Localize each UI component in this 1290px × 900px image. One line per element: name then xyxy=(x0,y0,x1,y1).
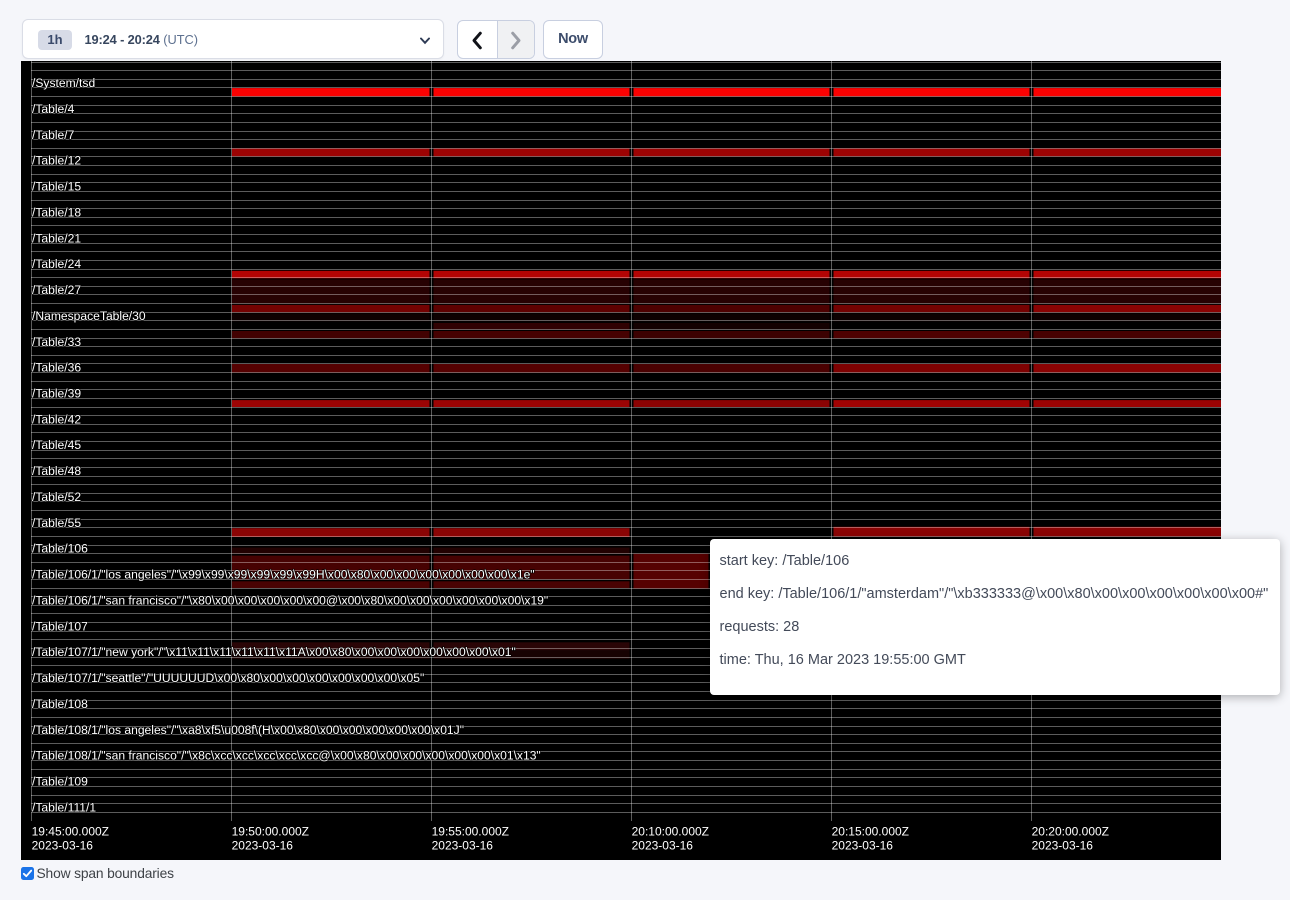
svg-text:/Table/33: /Table/33 xyxy=(32,335,81,349)
svg-text:/Table/108/1/"san francisco"/": /Table/108/1/"san francisco"/"\x8c\xcc\x… xyxy=(32,749,541,763)
svg-text:/Table/21: /Table/21 xyxy=(32,231,81,245)
svg-text:/Table/111/1: /Table/111/1 xyxy=(32,800,96,814)
svg-text:/Table/106/1/"los angeles"/"\x: /Table/106/1/"los angeles"/"\x99\x99\x99… xyxy=(32,568,535,582)
svg-text:/Table/39: /Table/39 xyxy=(32,387,81,401)
svg-text:/Table/52: /Table/52 xyxy=(32,490,81,504)
svg-text:20:15:00.000Z: 20:15:00.000Z xyxy=(832,825,909,839)
svg-text:/System/tsd: /System/tsd xyxy=(32,76,95,90)
svg-text:/Table/108: /Table/108 xyxy=(32,697,88,711)
svg-text:/Table/36: /Table/36 xyxy=(32,361,81,375)
svg-text:2023-03-16: 2023-03-16 xyxy=(232,839,294,853)
svg-text:19:45:00.000Z: 19:45:00.000Z xyxy=(32,825,109,839)
svg-text:20:10:00.000Z: 20:10:00.000Z xyxy=(632,825,709,839)
svg-text:/Table/7: /Table/7 xyxy=(32,128,75,142)
svg-text:2023-03-16: 2023-03-16 xyxy=(632,839,694,853)
svg-text:/Table/24: /Table/24 xyxy=(32,257,81,271)
svg-text:2023-03-16: 2023-03-16 xyxy=(1032,839,1094,853)
svg-text:/Table/45: /Table/45 xyxy=(32,438,81,452)
svg-text:/Table/48: /Table/48 xyxy=(32,464,81,478)
svg-text:/Table/27: /Table/27 xyxy=(32,283,81,297)
svg-text:19:50:00.000Z: 19:50:00.000Z xyxy=(232,825,309,839)
svg-text:20:20:00.000Z: 20:20:00.000Z xyxy=(1032,825,1109,839)
svg-text:19:55:00.000Z: 19:55:00.000Z xyxy=(432,825,509,839)
svg-text:/NamespaceTable/30: /NamespaceTable/30 xyxy=(32,309,146,323)
svg-text:/Table/106/1/"san francisco"/": /Table/106/1/"san francisco"/"\x80\x00\x… xyxy=(32,593,548,607)
svg-text:/Table/109: /Table/109 xyxy=(32,775,88,789)
svg-text:/Table/15: /Table/15 xyxy=(32,180,81,194)
svg-text:2023-03-16: 2023-03-16 xyxy=(832,839,894,853)
svg-text:/Table/18: /Table/18 xyxy=(32,205,81,219)
svg-text:/Table/107: /Table/107 xyxy=(32,619,88,633)
svg-text:/Table/107/1/"new york"/"\x11\: /Table/107/1/"new york"/"\x11\x11\x11\x1… xyxy=(32,645,516,659)
svg-text:/Table/107/1/"seattle"/"UUUUUU: /Table/107/1/"seattle"/"UUUUUUD\x00\x80\… xyxy=(32,671,424,685)
svg-text:/Table/106: /Table/106 xyxy=(32,542,88,556)
svg-text:/Table/108/1/"los angeles"/"\x: /Table/108/1/"los angeles"/"\xa8\xf5\u00… xyxy=(32,723,464,737)
svg-text:/Table/55: /Table/55 xyxy=(32,516,81,530)
svg-text:2023-03-16: 2023-03-16 xyxy=(432,839,494,853)
svg-text:2023-03-16: 2023-03-16 xyxy=(32,839,94,853)
svg-text:/Table/4: /Table/4 xyxy=(32,102,75,116)
svg-text:/Table/42: /Table/42 xyxy=(32,412,81,426)
svg-text:/Table/12: /Table/12 xyxy=(32,154,81,168)
